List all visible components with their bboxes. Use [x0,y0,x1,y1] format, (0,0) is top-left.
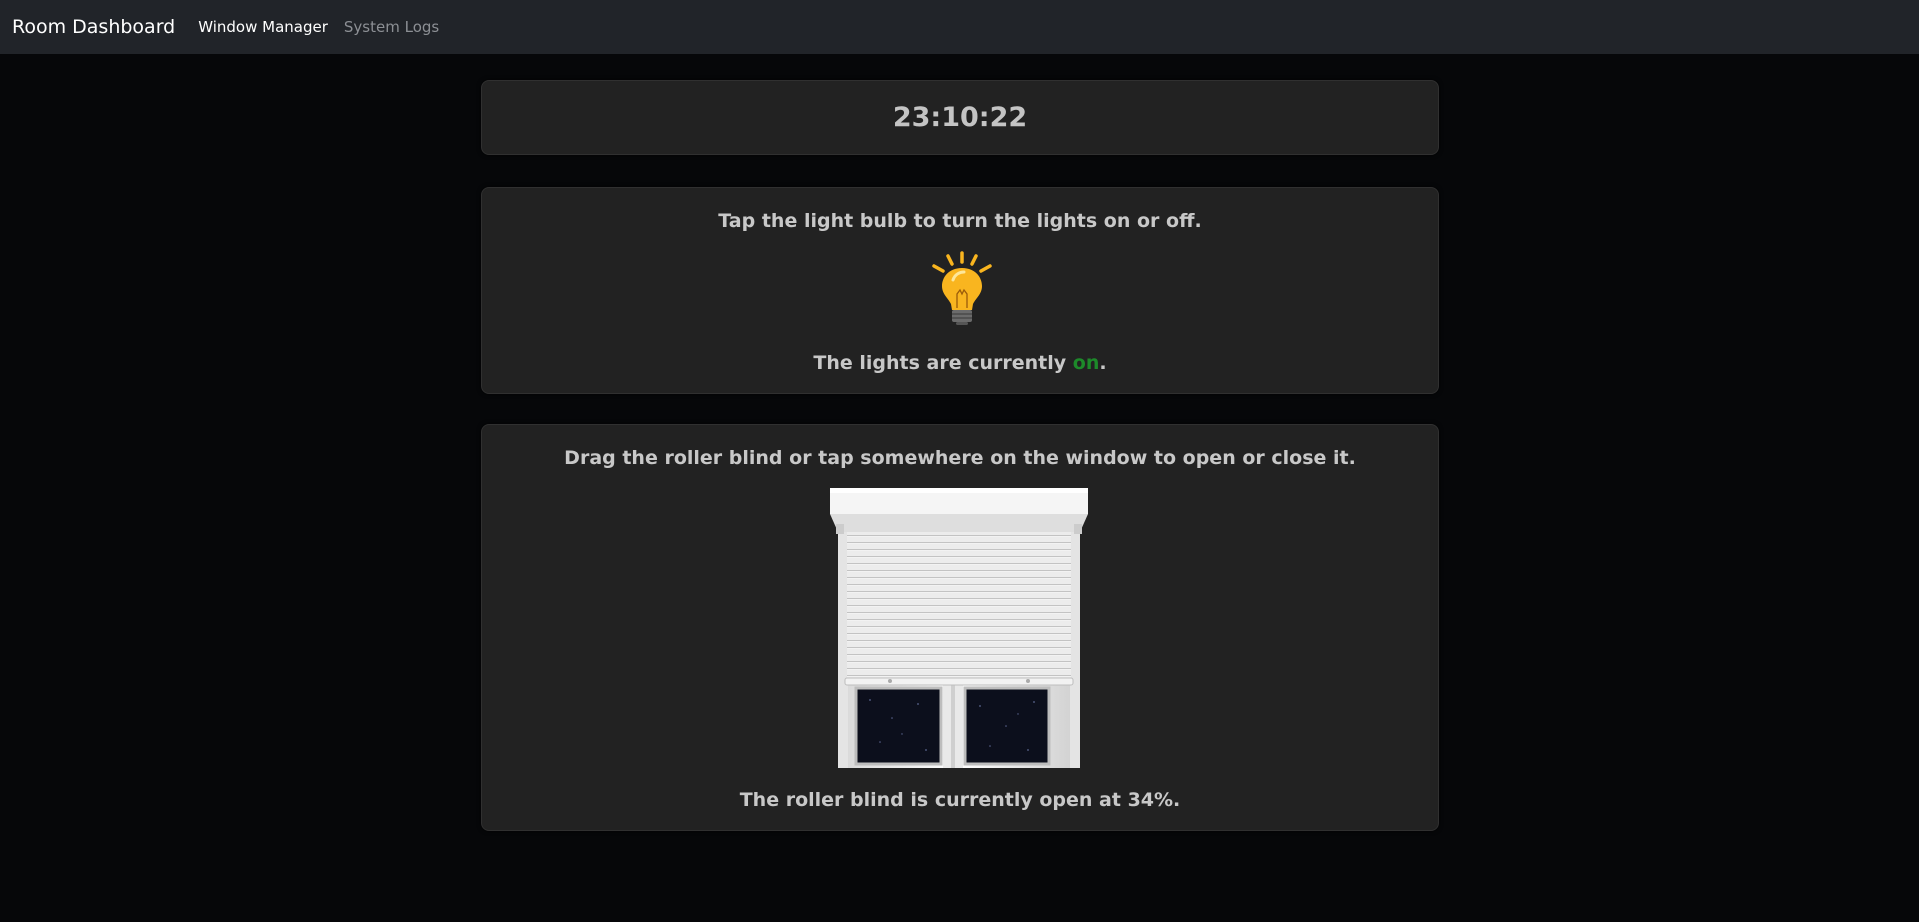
lights-status-prefix: The lights are currently [813,352,1073,374]
lights-status: The lights are currently on. [482,352,1438,374]
clock-display: 23:10:22 [892,102,1028,133]
clock-card: 23:10:22 [481,80,1439,155]
nav-window-manager[interactable]: Window Manager [198,18,328,36]
nav-system-logs[interactable]: System Logs [344,18,439,36]
light-bulb-icon[interactable] [926,250,998,326]
lights-instruction: Tap the light bulb to turn the lights on… [718,210,1202,232]
lights-card: Tap the light bulb to turn the lights on… [481,187,1439,394]
blind-instruction: Drag the roller blind or tap somewhere o… [564,447,1356,469]
blind-status: The roller blind is currently open at 34… [739,789,1181,811]
top-navbar: Room Dashboard Window Manager System Log… [0,0,1919,54]
lights-status-suffix: . [1099,352,1107,374]
brand-link[interactable]: Room Dashboard [12,16,175,38]
roller-blind-window[interactable] [830,488,1088,768]
roller-blind-card: Drag the roller blind or tap somewhere o… [481,424,1439,831]
lights-state: on [1072,352,1100,374]
